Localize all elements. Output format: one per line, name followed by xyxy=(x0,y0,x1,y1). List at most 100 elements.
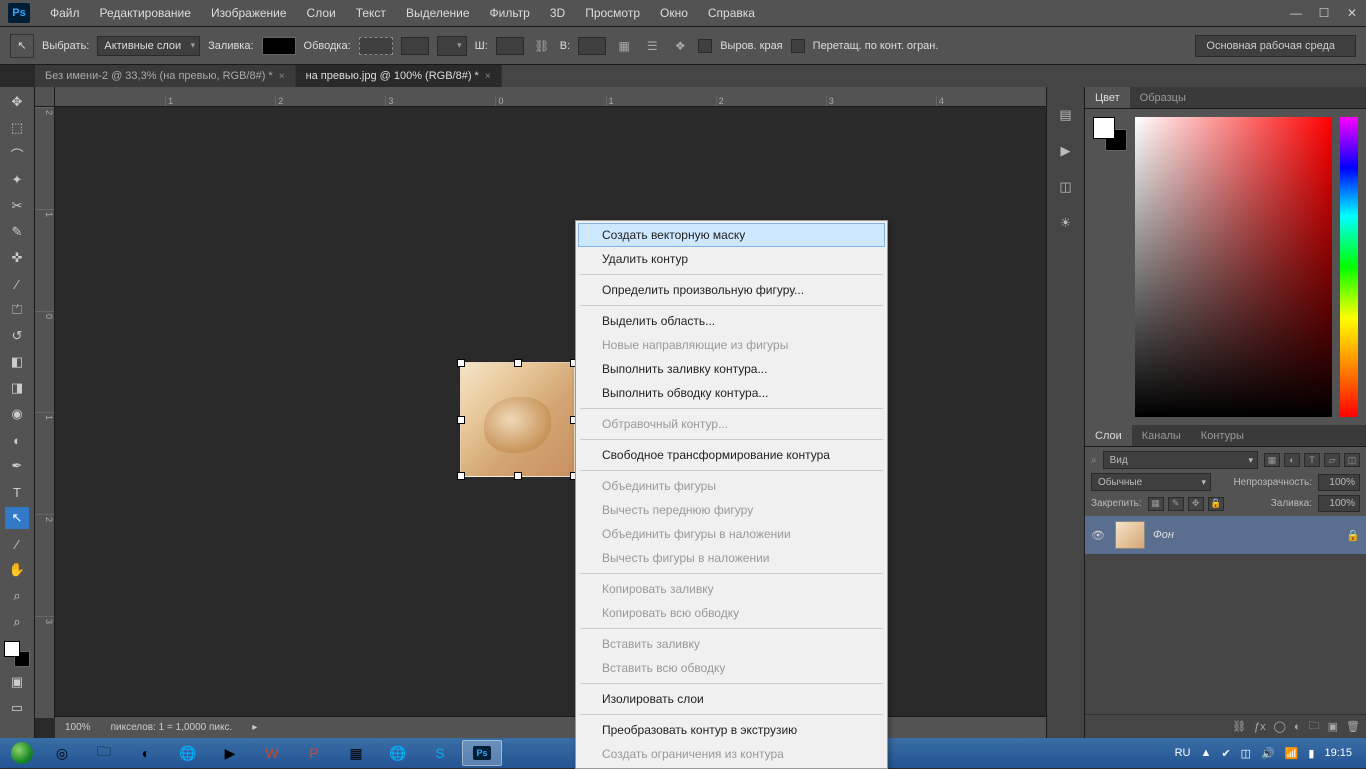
tray-network-icon[interactable]: ◫ xyxy=(1241,747,1251,760)
lock-transparent-icon[interactable]: ▦ xyxy=(1148,497,1164,511)
layer-row[interactable]: 👁 Фон 🔒 xyxy=(1085,516,1366,554)
mask-icon[interactable]: ◯ xyxy=(1274,720,1286,733)
transform-handle[interactable] xyxy=(457,416,465,424)
blend-mode-dropdown[interactable]: Обычные xyxy=(1091,473,1211,491)
menu-edit[interactable]: Редактирование xyxy=(90,2,201,24)
zoom-tool[interactable]: ⌕ xyxy=(5,585,29,607)
filter-pixel-icon[interactable]: ▦ xyxy=(1264,453,1280,467)
lasso-tool[interactable]: ⌒ xyxy=(5,143,29,165)
healing-tool[interactable]: ✜ xyxy=(5,247,29,269)
fg-bg-swatches[interactable] xyxy=(4,641,30,667)
menu-3d[interactable]: 3D xyxy=(540,2,575,24)
document-tab[interactable]: Без имени-2 @ 33,3% (на превью, RGB/8#) … xyxy=(35,65,296,87)
properties-panel-icon[interactable]: ◫ xyxy=(1056,179,1076,195)
channels-tab[interactable]: Каналы xyxy=(1132,425,1191,446)
task-icon[interactable]: ▦ xyxy=(336,740,376,766)
hand-tool[interactable]: ✋ xyxy=(5,559,29,581)
filter-kind-dropdown[interactable]: Вид xyxy=(1103,451,1258,469)
zoom-level[interactable]: 100% xyxy=(65,722,91,733)
workspace-dropdown[interactable]: Основная рабочая среда xyxy=(1195,35,1356,57)
minimize-button[interactable]: — xyxy=(1282,0,1310,27)
task-icon[interactable]: 🗀 xyxy=(84,740,124,766)
layer-thumbnail[interactable] xyxy=(1115,521,1145,549)
fill-swatch[interactable] xyxy=(262,37,296,55)
paths-tab[interactable]: Контуры xyxy=(1191,425,1254,446)
cm-item-create-vector-mask[interactable]: Создать векторную маску xyxy=(578,223,885,247)
tab-close-icon[interactable]: × xyxy=(279,71,285,82)
fx-icon[interactable]: ƒx xyxy=(1254,721,1266,733)
search-tool[interactable]: ⌕ xyxy=(5,611,29,633)
color-swatches[interactable] xyxy=(1093,117,1127,151)
menu-view[interactable]: Просмотр xyxy=(575,2,650,24)
menu-image[interactable]: Изображение xyxy=(201,2,297,24)
selected-tool-icon[interactable]: ↖ xyxy=(10,34,34,58)
task-icon[interactable]: ◐ xyxy=(126,740,166,766)
new-layer-icon[interactable]: ▣ xyxy=(1328,720,1338,733)
canvas-area[interactable]: 12301234 210123 100% пикселов: 1 = 1,000… xyxy=(35,87,1046,738)
type-tool[interactable]: T xyxy=(5,481,29,503)
delete-icon[interactable]: 🗑 xyxy=(1346,720,1360,733)
menu-file[interactable]: Файл xyxy=(40,2,90,24)
stroke-style-dropdown[interactable] xyxy=(437,36,467,56)
transform-handle[interactable] xyxy=(514,472,522,480)
width-input[interactable] xyxy=(496,37,524,55)
cm-item-free-transform[interactable]: Свободное трансформирование контура xyxy=(578,443,885,467)
start-button[interactable] xyxy=(4,739,40,767)
menu-layers[interactable]: Слои xyxy=(297,2,346,24)
quick-mask-icon[interactable]: ▣ xyxy=(5,671,29,693)
close-button[interactable]: ✕ xyxy=(1338,0,1366,27)
align-icon[interactable]: ☰ xyxy=(642,36,662,56)
task-icon[interactable]: 🌐 xyxy=(378,740,418,766)
cm-item-define-shape[interactable]: Определить произвольную фигуру... xyxy=(578,278,885,302)
select-layers-dropdown[interactable]: Активные слои xyxy=(97,36,200,56)
transform-handle[interactable] xyxy=(457,359,465,367)
tray-lang[interactable]: RU xyxy=(1175,747,1191,759)
tab-close-icon[interactable]: × xyxy=(485,71,491,82)
tray-clock[interactable]: 19:15 xyxy=(1324,747,1352,759)
filter-adjust-icon[interactable]: ◐ xyxy=(1284,453,1300,467)
fg-swatch[interactable] xyxy=(1093,117,1115,139)
task-icon-photoshop[interactable]: Ps xyxy=(462,740,502,766)
line-tool[interactable]: ⁄ xyxy=(5,533,29,555)
cm-item-isolate-layers[interactable]: Изолировать слои xyxy=(578,687,885,711)
eyedropper-tool[interactable]: ✎ xyxy=(5,221,29,243)
layer-name[interactable]: Фон xyxy=(1153,529,1338,541)
canvas-image[interactable] xyxy=(460,362,575,477)
tray-volume-icon[interactable]: 🔊 xyxy=(1261,747,1275,760)
group-icon[interactable]: 🗀 xyxy=(1309,717,1320,736)
gradient-tool[interactable]: ◨ xyxy=(5,377,29,399)
transform-handle[interactable] xyxy=(457,472,465,480)
tray-wifi-icon[interactable]: 📶 xyxy=(1285,747,1299,760)
tray-battery-icon[interactable]: ▮ xyxy=(1308,747,1314,760)
screen-mode-icon[interactable]: ▭ xyxy=(5,697,29,719)
move-tool[interactable]: ✥ xyxy=(5,91,29,113)
lock-position-icon[interactable]: ✥ xyxy=(1188,497,1204,511)
lock-icon[interactable]: 🔒 xyxy=(1346,529,1360,542)
color-field[interactable] xyxy=(1135,117,1332,417)
filter-smart-icon[interactable]: ◫ xyxy=(1344,453,1360,467)
menu-help[interactable]: Справка xyxy=(698,2,765,24)
document-tab[interactable]: на превью.jpg @ 100% (RGB/8#) * × xyxy=(296,65,502,87)
lock-all-icon[interactable]: 🔒 xyxy=(1208,497,1224,511)
eraser-tool[interactable]: ◧ xyxy=(5,351,29,373)
task-icon[interactable]: ▶ xyxy=(210,740,250,766)
layers-tab[interactable]: Слои xyxy=(1085,425,1132,446)
cm-item-fill-path[interactable]: Выполнить заливку контура... xyxy=(578,357,885,381)
stroke-swatch[interactable] xyxy=(359,37,393,55)
task-icon[interactable]: 🌐 xyxy=(168,740,208,766)
pen-tool[interactable]: ✒ xyxy=(5,455,29,477)
adjustment-icon[interactable]: ◐ xyxy=(1294,721,1301,733)
chevron-right-icon[interactable]: ▸ xyxy=(252,722,257,733)
swatches-tab[interactable]: Образцы xyxy=(1130,87,1196,108)
cm-item-stroke-path[interactable]: Выполнить обводку контура... xyxy=(578,381,885,405)
fill-opacity-input[interactable]: 100% xyxy=(1318,495,1360,512)
adjustments-panel-icon[interactable]: ☀ xyxy=(1056,215,1076,231)
task-icon[interactable]: ◎ xyxy=(42,740,82,766)
align-edges-checkbox[interactable] xyxy=(698,39,712,53)
tray-flag-icon[interactable]: ▲ xyxy=(1200,747,1211,759)
drag-constrain-checkbox[interactable] xyxy=(791,39,805,53)
fg-color-swatch[interactable] xyxy=(4,641,20,657)
color-tab[interactable]: Цвет xyxy=(1085,87,1130,108)
path-select-tool[interactable]: ↖ xyxy=(5,507,29,529)
opacity-input[interactable]: 100% xyxy=(1318,474,1360,491)
